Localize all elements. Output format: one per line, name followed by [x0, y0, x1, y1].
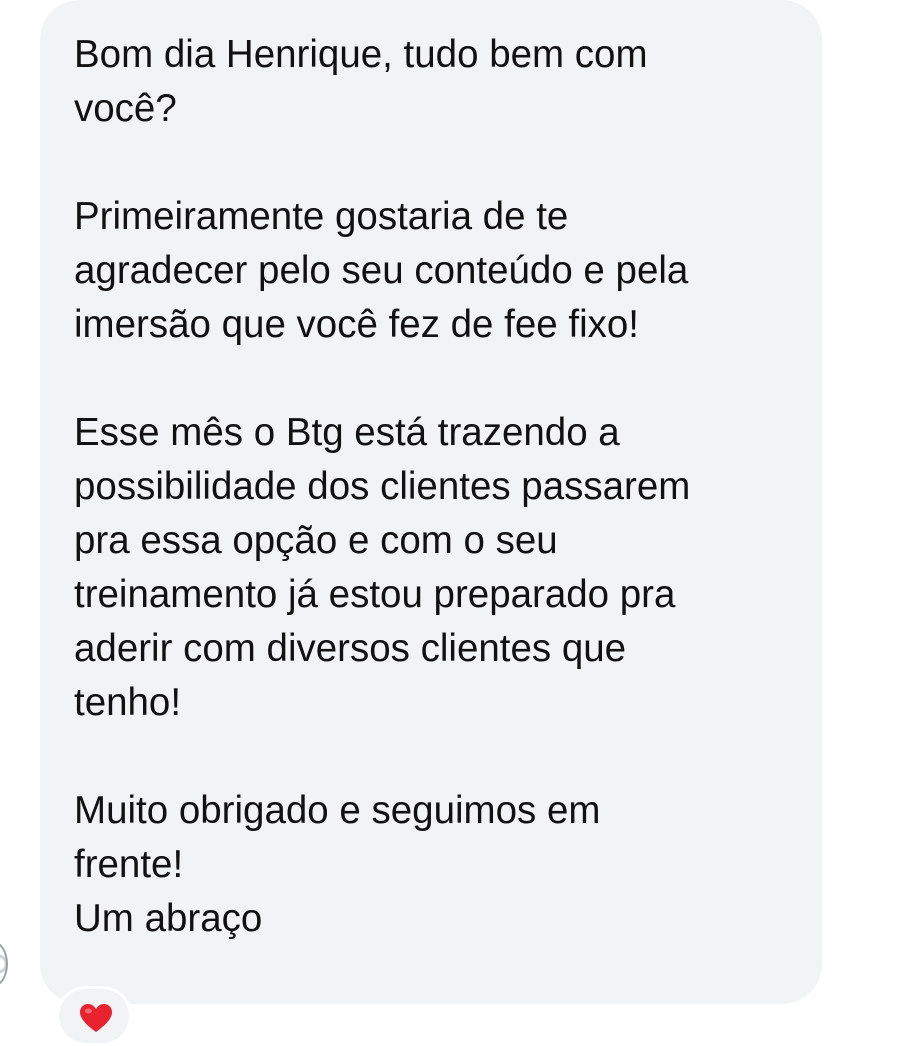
message-line: Bom dia Henrique, tudo bem com: [74, 33, 648, 76]
message-line: Primeiramente gostaria de te: [74, 195, 569, 238]
message-text: Bom dia Henrique, tudo bem com você? Pri…: [74, 28, 786, 946]
reaction-badge[interactable]: [56, 986, 132, 1046]
heart-highlight: [85, 1008, 92, 1014]
message-paragraph: Um abraço: [74, 892, 786, 946]
message-line: você?: [74, 87, 177, 130]
message-line: agradecer pelo seu conteúdo e pela: [74, 249, 689, 292]
message-bubble[interactable]: Bom dia Henrique, tudo bem com você? Pri…: [40, 0, 822, 1004]
sender-avatar[interactable]: [0, 941, 8, 987]
message-paragraph: Muito obrigado e seguimos em frente!: [74, 784, 786, 892]
message-line: pra essa opção e com o seu: [74, 519, 558, 562]
message-line: frente!: [74, 843, 184, 886]
message-line: imersão que você fez de fee fixo!: [74, 303, 639, 346]
message-line: aderir com diversos clientes que: [74, 627, 627, 670]
message-line: Esse mês o Btg está trazendo a: [74, 411, 620, 454]
heart-icon: [80, 1004, 112, 1032]
message-paragraph: Primeiramente gostaria de te agradecer p…: [74, 190, 786, 352]
message-line: possibilidade dos clientes passarem: [74, 465, 691, 508]
message-line: tenho!: [74, 681, 182, 724]
heart-shape: [80, 1004, 112, 1032]
message-line: treinamento já estou preparado pra: [74, 573, 676, 616]
message-line: Um abraço: [74, 897, 263, 940]
message-line: Muito obrigado e seguimos em: [74, 789, 601, 832]
message-paragraph: Bom dia Henrique, tudo bem com você?: [74, 28, 786, 136]
message-paragraph: Esse mês o Btg está trazendo a possibili…: [74, 406, 786, 730]
